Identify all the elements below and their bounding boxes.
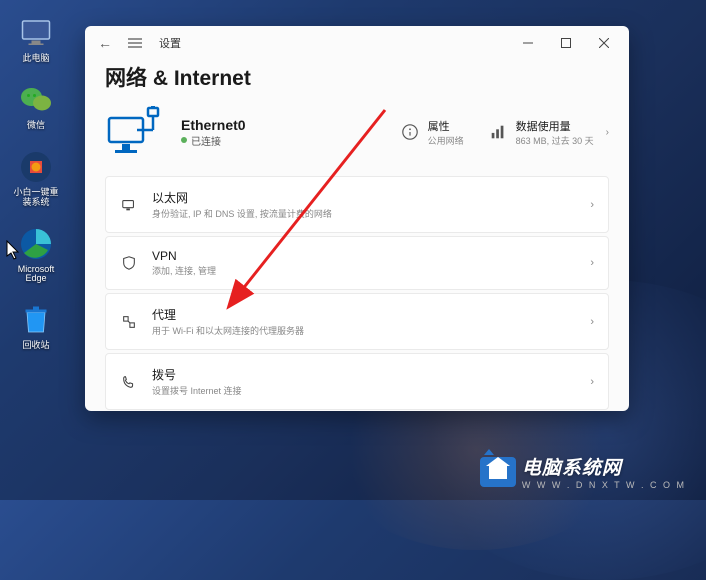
menu-item-title: 代理 — [152, 306, 576, 323]
desktop-icon-recycle-bin[interactable]: 回收站 — [10, 302, 62, 351]
menu-item-sub: 设置拨号 Internet 连接 — [152, 384, 576, 397]
phone-icon — [120, 373, 138, 391]
edge-icon — [18, 226, 54, 262]
window-titlebar: ← 设置 — [85, 26, 629, 60]
proxy-icon — [120, 313, 138, 331]
settings-content: 网络 & Internet Ethernet0 已连接 — [85, 60, 629, 411]
menu-item-dialup[interactable]: 拨号 设置拨号 Internet 连接 › — [105, 353, 609, 410]
minimize-button[interactable] — [509, 28, 547, 58]
ethernet-icon — [105, 106, 165, 158]
trash-icon — [18, 302, 54, 338]
menu-item-title: 拨号 — [152, 366, 576, 383]
ethernet-small-icon — [120, 196, 138, 214]
shield-icon — [120, 254, 138, 272]
properties-button[interactable]: 属性 公用网络 — [400, 118, 464, 147]
chevron-right-icon: › — [590, 199, 594, 211]
tool-icon — [18, 149, 54, 185]
menu-item-sub: 添加, 连接, 管理 — [152, 264, 576, 277]
data-usage-button[interactable]: 数据使用量 863 MB, 过去 30 天 › — [488, 118, 609, 147]
network-status-card: Ethernet0 已连接 属性 公用网络 — [105, 106, 609, 158]
info-icon — [400, 122, 420, 142]
stat-title: 属性 — [428, 118, 464, 134]
stat-title: 数据使用量 — [516, 118, 594, 134]
menu-item-sub: 用于 Wi-Fi 和以太网连接的代理服务器 — [152, 324, 576, 337]
menu-item-sub: 身份验证, IP 和 DNS 设置, 按流量计费的网络 — [152, 207, 576, 220]
connection-name: Ethernet0 — [181, 117, 246, 133]
menu-button[interactable] — [125, 33, 145, 53]
desktop-icon-label: 回收站 — [22, 341, 49, 351]
house-logo-icon — [480, 457, 516, 487]
window-title: 设置 — [159, 35, 181, 51]
desktop-icon-edge[interactable]: Microsoft Edge — [10, 226, 62, 285]
desktop-icon-label: 此电脑 — [22, 54, 49, 64]
chevron-right-icon: › — [606, 127, 609, 138]
settings-menu-list: 以太网 身份验证, IP 和 DNS 设置, 按流量计费的网络 › VPN 添加… — [105, 176, 609, 411]
chart-icon — [488, 122, 508, 142]
desktop-icons-container: 此电脑 微信 小白一键重装系统 Microsoft Edge 回收站 — [10, 15, 62, 351]
site-watermark: 电脑系统网 W W W . D N X T W . C O M — [480, 453, 686, 490]
close-button[interactable] — [585, 28, 623, 58]
desktop-icon-this-pc[interactable]: 此电脑 — [10, 15, 62, 64]
chevron-right-icon: › — [590, 257, 594, 269]
stat-sub: 公用网络 — [428, 134, 464, 147]
connection-name-block: Ethernet0 已连接 — [181, 117, 246, 148]
watermark-title: 电脑系统网 — [522, 453, 686, 480]
menu-item-vpn[interactable]: VPN 添加, 连接, 管理 › — [105, 236, 609, 290]
desktop-icon-label: Microsoft Edge — [10, 265, 62, 285]
desktop-icon-xiaobai[interactable]: 小白一键重装系统 — [10, 149, 62, 208]
menu-item-proxy[interactable]: 代理 用于 Wi-Fi 和以太网连接的代理服务器 › — [105, 293, 609, 350]
connection-status: 已连接 — [181, 133, 246, 148]
menu-item-title: 以太网 — [152, 189, 576, 206]
menu-item-title: VPN — [152, 249, 576, 263]
back-button[interactable]: ← — [95, 33, 115, 53]
wechat-icon — [18, 82, 54, 118]
connection-status-text: 已连接 — [191, 133, 221, 148]
chevron-right-icon: › — [590, 376, 594, 388]
page-title: 网络 & Internet — [105, 62, 609, 92]
desktop-icon-label: 微信 — [27, 121, 45, 131]
maximize-button[interactable] — [547, 28, 585, 58]
pc-icon — [18, 15, 54, 51]
menu-item-ethernet[interactable]: 以太网 身份验证, IP 和 DNS 设置, 按流量计费的网络 › — [105, 176, 609, 233]
status-dot-icon — [181, 137, 187, 143]
stat-sub: 863 MB, 过去 30 天 — [516, 134, 594, 147]
settings-window: ← 设置 网络 & Internet — [85, 26, 629, 411]
desktop-icon-wechat[interactable]: 微信 — [10, 82, 62, 131]
desktop-icon-label: 小白一键重装系统 — [10, 188, 62, 208]
chevron-right-icon: › — [590, 316, 594, 328]
watermark-url: W W W . D N X T W . C O M — [522, 480, 686, 490]
